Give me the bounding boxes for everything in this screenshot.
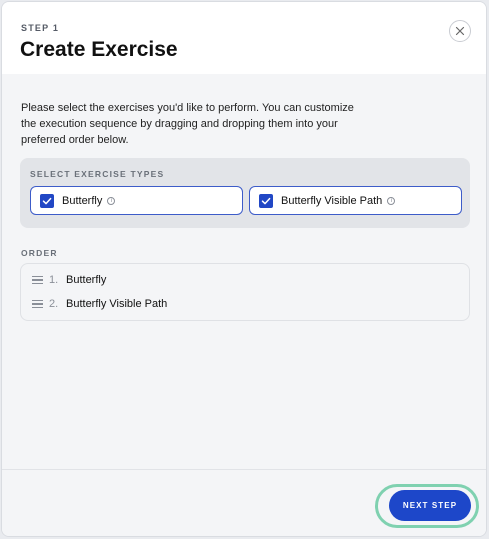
- drag-handle-icon[interactable]: [32, 300, 43, 308]
- exercise-types-panel: SELECT EXERCISE TYPES Butterfly i Butter…: [20, 158, 470, 228]
- order-list: 1. Butterfly 2. Butterfly Visible Path: [20, 263, 470, 321]
- info-icon[interactable]: i: [107, 196, 116, 205]
- checkbox-checked-icon[interactable]: [40, 193, 54, 208]
- exercise-type-label: Butterfly: [62, 194, 103, 207]
- order-list-item[interactable]: 1. Butterfly: [32, 272, 106, 288]
- order-list-item[interactable]: 2. Butterfly Visible Path: [32, 296, 167, 312]
- order-item-name: Butterfly Visible Path: [66, 298, 168, 310]
- step-label: STEP 1: [21, 23, 60, 33]
- create-exercise-dialog: STEP 1 Create Exercise Please select the…: [1, 1, 487, 537]
- close-icon: [455, 26, 465, 36]
- exercise-type-butterfly[interactable]: Butterfly i: [30, 186, 243, 215]
- close-button[interactable]: [449, 20, 471, 42]
- next-step-button[interactable]: NEXT STEP: [389, 490, 471, 521]
- dialog-header: STEP 1 Create Exercise: [2, 2, 486, 74]
- exercise-type-label: Butterfly Visible Path: [281, 194, 383, 207]
- order-item-name: Butterfly: [66, 274, 107, 286]
- checkbox-checked-icon[interactable]: [259, 193, 273, 208]
- info-icon[interactable]: i: [387, 196, 396, 205]
- order-label: ORDER: [21, 248, 58, 258]
- order-number: 1.: [49, 274, 59, 286]
- exercise-types-label: SELECT EXERCISE TYPES: [30, 169, 165, 179]
- drag-handle-icon[interactable]: [32, 276, 43, 284]
- dialog-footer: NEXT STEP: [2, 469, 486, 536]
- instructions-text: Please select the exercises you'd like t…: [21, 102, 354, 146]
- page-title: Create Exercise: [20, 38, 178, 61]
- order-number: 2.: [49, 298, 59, 310]
- exercise-type-butterfly-visible-path[interactable]: Butterfly Visible Path i: [249, 186, 462, 215]
